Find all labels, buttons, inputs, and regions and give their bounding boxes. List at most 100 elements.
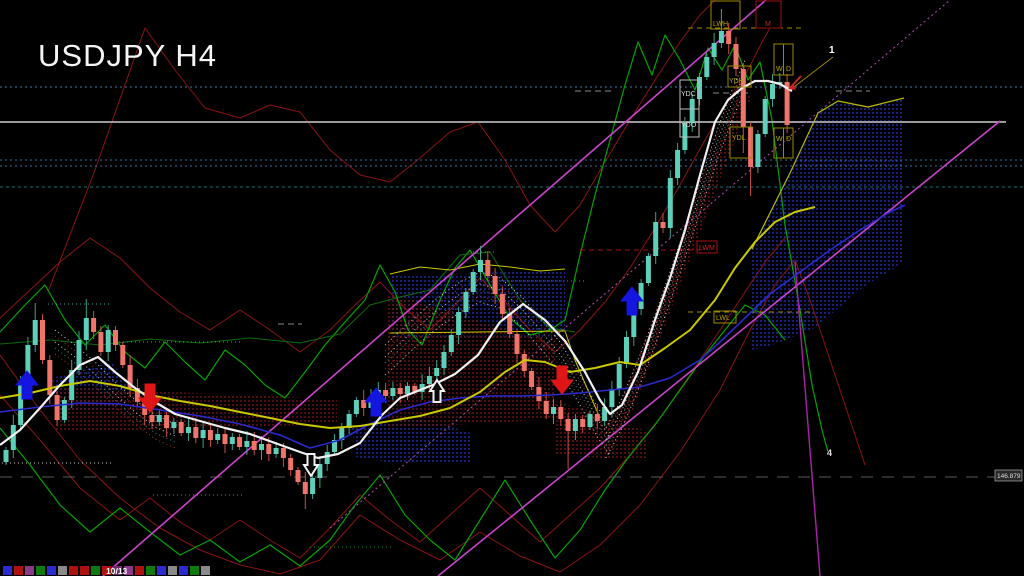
- candle-up: [616, 364, 622, 389]
- candle-down: [660, 222, 666, 228]
- candle-down: [288, 458, 294, 470]
- candle-down: [594, 414, 600, 421]
- strip-cell: [36, 566, 45, 575]
- candle-up: [675, 150, 681, 178]
- level-box-label: LWH: [713, 21, 728, 28]
- candle-down: [558, 407, 564, 419]
- candle-up: [3, 450, 9, 462]
- candle-down: [499, 294, 505, 314]
- level-box-label: D: [786, 136, 791, 143]
- level-box-label: D: [786, 66, 791, 73]
- candle-up: [244, 441, 250, 447]
- candle-up: [200, 430, 206, 438]
- candle-down: [120, 345, 126, 365]
- candle-up: [711, 43, 717, 57]
- candle-down: [580, 419, 586, 427]
- candle-down: [383, 390, 389, 396]
- bar-number-label: 1: [829, 45, 835, 56]
- strip-cell: [146, 566, 155, 575]
- strip-cell: [135, 566, 144, 575]
- candle-up: [186, 427, 191, 433]
- candle-down: [113, 330, 118, 345]
- pointer-line: [793, 56, 834, 88]
- candle-up: [156, 415, 162, 422]
- candle-up: [770, 84, 775, 99]
- chart-canvas[interactable]: LWH MW DYDHYDCYDOYDL W DLWMLWL 14146.879 10/…: [0, 0, 1024, 576]
- candle-down: [91, 318, 97, 332]
- signal-strip: 10/13: [3, 566, 210, 576]
- chart-root: USDJPY H4 LWH M W D YDH YDC YDO YDL W D LWM LWL 141…: [0, 0, 1024, 576]
- candle-up: [470, 272, 476, 292]
- candle-up: [456, 312, 462, 335]
- candle-down: [193, 427, 199, 438]
- ribbon-dotted: [605, 57, 747, 429]
- candle-up: [448, 335, 454, 352]
- candle-down: [280, 448, 286, 458]
- strip-cell: [47, 566, 56, 575]
- candle-down: [237, 437, 243, 447]
- strip-cell: [168, 566, 177, 575]
- candle-up: [441, 352, 447, 368]
- strip-cell: [91, 566, 100, 575]
- strip-cell: [179, 566, 188, 575]
- strip-counter: 10/13: [106, 566, 128, 576]
- strip-cell: [14, 566, 23, 575]
- candle-down: [222, 434, 228, 444]
- candle-up: [171, 422, 177, 428]
- candle-up: [755, 134, 761, 167]
- candle-up: [215, 434, 221, 440]
- candle-up: [478, 260, 483, 272]
- candle-down: [565, 419, 571, 431]
- candle-up: [61, 400, 67, 420]
- level-box-label: YDL: [732, 135, 746, 142]
- candle-down: [295, 470, 301, 482]
- candle-up: [390, 388, 396, 396]
- level-box-label: M: [765, 21, 771, 28]
- candle-down: [178, 422, 184, 433]
- candle-down: [485, 260, 491, 276]
- channel-line-red: [0, 27, 771, 353]
- candle-down: [397, 388, 403, 394]
- candle-down: [164, 415, 170, 428]
- candle-down: [251, 441, 257, 450]
- candle-up: [572, 419, 578, 431]
- candle-up: [310, 478, 316, 494]
- candle-up: [463, 292, 469, 312]
- level-box-label: YDH: [729, 78, 744, 85]
- cloud-navy: [752, 98, 904, 350]
- candle-down: [40, 320, 45, 360]
- candle-down: [266, 444, 272, 454]
- strip-cell: [157, 566, 166, 575]
- ribbon-dotted: [605, 63, 747, 435]
- candle-down: [302, 482, 308, 494]
- candle-up: [609, 389, 615, 407]
- candle-up: [324, 452, 330, 464]
- level-box-label: W: [776, 136, 783, 143]
- candle-up: [689, 99, 695, 123]
- strip-cell: [201, 566, 210, 575]
- strip-cell: [25, 566, 34, 575]
- symbol-title: USDJPY H4: [38, 38, 217, 73]
- candle-up: [645, 256, 651, 283]
- candle-up: [105, 330, 111, 352]
- candle-up: [704, 57, 710, 77]
- strip-cell: [3, 566, 12, 575]
- candle-down: [492, 276, 498, 294]
- candle-up: [426, 376, 432, 384]
- candle-up: [273, 448, 279, 454]
- candle-down: [543, 401, 549, 414]
- candle-up: [32, 320, 38, 345]
- strip-cell: [58, 566, 67, 575]
- candle-down: [733, 44, 739, 69]
- strip-cell: [80, 566, 89, 575]
- candle-up: [653, 222, 659, 256]
- price-tag-value: 146.879: [997, 473, 1021, 480]
- candle-down: [536, 387, 542, 401]
- candle-down: [726, 31, 732, 44]
- candle-up: [551, 407, 556, 414]
- candle-up: [229, 437, 235, 444]
- candle-down: [98, 332, 104, 352]
- candle-up: [434, 368, 440, 376]
- candle-down: [529, 371, 535, 387]
- strip-cell: [190, 566, 199, 575]
